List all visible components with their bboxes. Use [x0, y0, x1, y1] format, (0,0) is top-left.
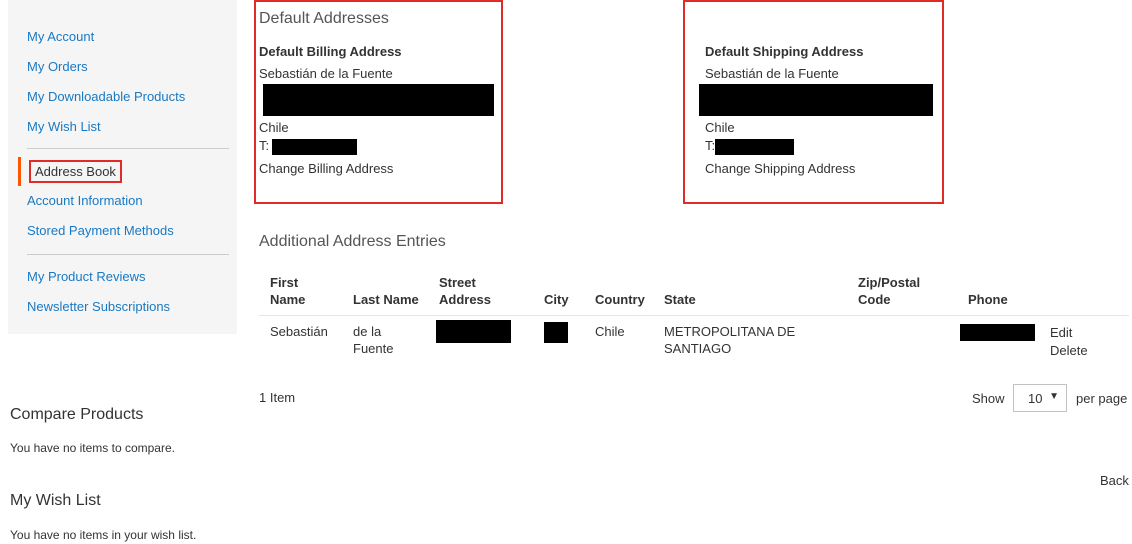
shipping-name: Sebastián de la Fuente — [705, 66, 839, 81]
nav-newsletter-subscriptions[interactable]: Newsletter Subscriptions — [27, 299, 170, 314]
billing-phone-redacted — [272, 139, 357, 155]
account-nav: My Account My Orders My Downloadable Pro… — [8, 0, 237, 334]
nav-divider — [27, 254, 229, 255]
nav-my-account[interactable]: My Account — [27, 29, 94, 44]
wishlist-title: My Wish List — [10, 492, 101, 509]
billing-name: Sebastián de la Fuente — [259, 66, 393, 81]
back-link[interactable]: Back — [1100, 473, 1129, 488]
billing-phone-prefix: T: — [259, 138, 270, 153]
item-count: 1 Item — [259, 390, 296, 405]
delete-address-link[interactable]: Delete — [1050, 342, 1088, 359]
cell-country: Chile — [595, 324, 625, 339]
cell-last-name: de la Fuente — [353, 324, 394, 356]
cell-street-redacted — [436, 320, 511, 343]
shipping-phone-redacted — [715, 139, 794, 155]
nav-address-book-current: Address Book — [29, 160, 122, 183]
nav-current-indicator — [18, 157, 21, 186]
th-zip: Zip/Postal Code — [858, 275, 921, 307]
shipping-address-redacted — [699, 84, 933, 116]
per-page-label: per page — [1076, 391, 1128, 406]
billing-address-redacted — [263, 84, 494, 116]
cell-city-redacted — [544, 322, 568, 343]
wishlist-empty: You have no items in your wish list. — [10, 528, 197, 542]
default-addresses-title: Default Addresses — [259, 10, 389, 27]
shipping-country: Chile — [705, 120, 735, 135]
nav-my-wish-list[interactable]: My Wish List — [27, 119, 101, 134]
limiter-select[interactable]: 10 ▼ — [1013, 384, 1067, 412]
show-label: Show — [972, 391, 1005, 406]
th-country: Country — [595, 292, 645, 307]
additional-addresses-title: Additional Address Entries — [259, 233, 446, 250]
change-billing-address-link[interactable]: Change Billing Address — [259, 161, 393, 176]
shipping-phone-prefix: T: — [705, 138, 716, 153]
nav-divider — [27, 148, 229, 149]
edit-address-link[interactable]: Edit — [1050, 324, 1072, 341]
shipping-title: Default Shipping Address — [705, 44, 864, 59]
limiter-value: 10 — [1028, 391, 1043, 406]
billing-country: Chile — [259, 120, 289, 135]
compare-products-title: Compare Products — [10, 406, 144, 423]
th-street-address: Street Address — [439, 275, 492, 307]
chevron-down-icon: ▼ — [1049, 391, 1059, 402]
change-shipping-address-link[interactable]: Change Shipping Address — [705, 161, 855, 176]
billing-title: Default Billing Address — [259, 44, 402, 59]
nav-account-information[interactable]: Account Information — [27, 193, 143, 208]
table-header-divider — [259, 315, 1129, 316]
compare-products-empty: You have no items to compare. — [10, 441, 175, 455]
th-state: State — [664, 292, 696, 307]
cell-state: METROPOLITANA DE SANTIAGO — [664, 324, 796, 356]
nav-my-orders[interactable]: My Orders — [27, 59, 88, 74]
nav-my-downloadable-products[interactable]: My Downloadable Products — [27, 89, 185, 104]
th-phone: Phone — [968, 292, 1008, 307]
cell-phone-redacted — [960, 324, 1035, 341]
th-last-name: Last Name — [353, 292, 419, 307]
nav-my-product-reviews[interactable]: My Product Reviews — [27, 269, 145, 284]
th-city: City — [544, 292, 569, 307]
nav-stored-payment-methods[interactable]: Stored Payment Methods — [27, 223, 174, 238]
th-first-name: First Name — [270, 275, 306, 307]
cell-first-name: Sebastián — [270, 324, 328, 339]
